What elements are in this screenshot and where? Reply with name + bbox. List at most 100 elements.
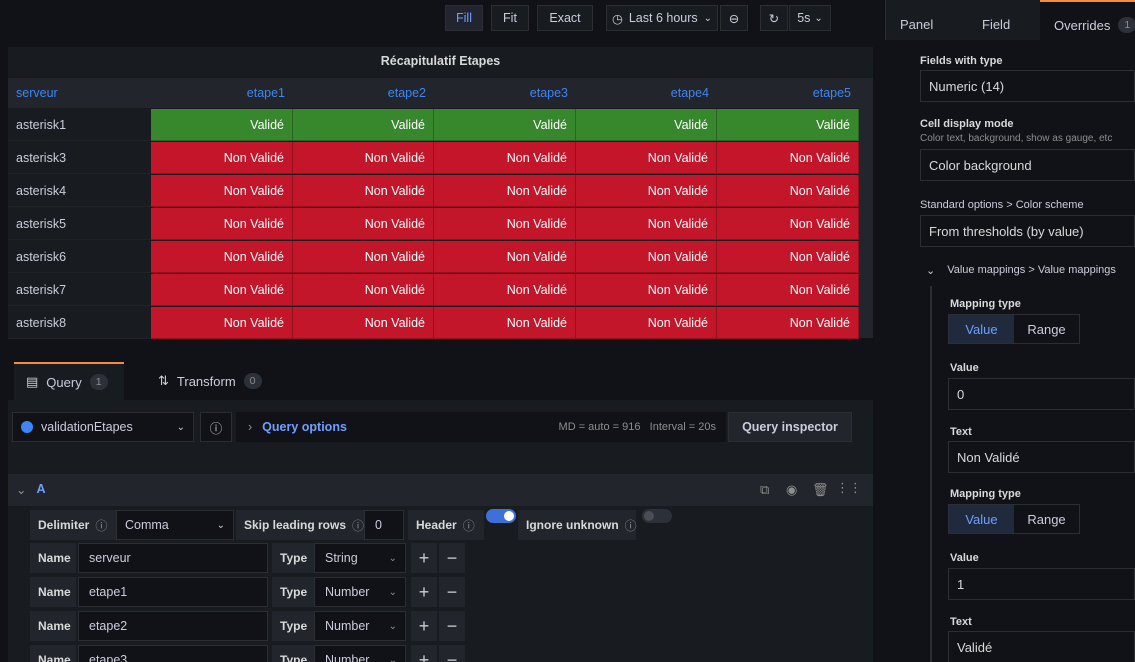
zoom-out-button[interactable]: ⊖: [720, 5, 748, 31]
fill-button[interactable]: Fill: [445, 5, 483, 31]
field-type-label: Type: [272, 645, 314, 662]
table-value-cell: Non Validé: [151, 208, 293, 240]
field-type-select[interactable]: Number ⌄: [314, 645, 406, 662]
mapping-text-label: Text: [950, 426, 972, 438]
query-row-toggle[interactable]: ⌄ A: [16, 482, 46, 497]
table-scrollbar[interactable]: [859, 78, 873, 338]
field-type-select[interactable]: String ⌄: [314, 543, 406, 573]
tab-query[interactable]: ▤ Query 1: [14, 362, 124, 400]
add-field-button[interactable]: +: [411, 611, 437, 641]
mapping-type-label: Mapping type: [950, 488, 1021, 500]
field-type-select[interactable]: Number ⌄: [314, 577, 406, 607]
tab-query-count: 1: [89, 374, 108, 390]
field-type-value: Number: [325, 619, 370, 633]
table-value-cell: Validé: [434, 109, 576, 141]
table-value-cell: Non Validé: [151, 241, 293, 273]
drag-handle-icon[interactable]: ⋮⋮: [836, 480, 862, 496]
mapping-value-input[interactable]: 0: [948, 378, 1135, 410]
field-name-input[interactable]: etape1: [78, 577, 268, 607]
remove-field-button[interactable]: −: [439, 543, 465, 573]
fit-button[interactable]: Fit: [491, 5, 529, 31]
transform-icon: ⇅: [158, 373, 169, 388]
exact-button[interactable]: Exact: [537, 5, 593, 31]
datasource-help-button[interactable]: ⓘ: [200, 412, 232, 442]
table-value-cell: Validé: [717, 109, 859, 141]
datasource-picker[interactable]: validationEtapes ⌄: [12, 412, 194, 442]
datasource-icon: [21, 421, 33, 433]
chevron-down-icon: ⌄: [176, 421, 185, 433]
header-toggle[interactable]: [486, 509, 516, 523]
field-name-input[interactable]: etape2: [78, 611, 268, 641]
refresh-button[interactable]: ↻: [760, 5, 788, 31]
remove-field-button[interactable]: −: [439, 577, 465, 607]
query-ref-id: A: [36, 482, 46, 496]
ignore-unknown-label: Ignore unknown ⓘ: [518, 510, 637, 540]
skip-rows-label: Skip leading rows ⓘ: [236, 510, 364, 540]
trash-icon[interactable]: 🗑: [812, 482, 829, 498]
add-field-button[interactable]: +: [411, 543, 437, 573]
query-options-meta: MD = auto = 916 Interval = 20s: [558, 421, 716, 433]
plus-icon: +: [418, 649, 430, 662]
column-header-etape1[interactable]: etape1: [151, 78, 293, 108]
skip-rows-input[interactable]: 0: [364, 510, 404, 540]
mapping-type-toggle[interactable]: Value Range: [948, 504, 1080, 534]
remove-field-button[interactable]: −: [439, 611, 465, 641]
column-header-serveur[interactable]: serveur: [8, 78, 151, 108]
cell-display-select[interactable]: Color background: [920, 149, 1135, 181]
delimiter-select[interactable]: Comma ⌄: [116, 510, 234, 540]
chevron-down-icon: ⌄: [926, 265, 936, 277]
eye-icon[interactable]: ◉: [786, 482, 797, 498]
plus-icon: +: [418, 547, 430, 568]
query-options-bar[interactable]: › Query options MD = auto = 916 Interval…: [236, 412, 726, 442]
remove-field-button[interactable]: −: [439, 645, 465, 662]
field-type-label: Type: [272, 577, 314, 607]
mapping-type-range-option[interactable]: Range: [1014, 505, 1079, 533]
row-server-cell: asterisk7: [8, 274, 151, 306]
query-inspector-button[interactable]: Query inspector: [728, 412, 852, 442]
header-label-text: Header: [416, 518, 457, 532]
column-header-etape3[interactable]: etape3: [434, 78, 576, 108]
field-type-label: Type: [272, 611, 314, 641]
column-header-etape5[interactable]: etape5: [717, 78, 859, 108]
plus-icon: +: [418, 615, 430, 636]
fields-with-type-select[interactable]: Numeric (14): [920, 70, 1135, 102]
table-value-cell: Validé: [576, 109, 717, 141]
info-icon: ⓘ: [95, 518, 108, 533]
clock-icon: ◷: [611, 11, 623, 26]
refresh-interval-picker[interactable]: 5s ⌄: [789, 5, 831, 31]
add-field-button[interactable]: +: [411, 645, 437, 662]
column-header-etape4[interactable]: etape4: [576, 78, 717, 108]
mapping-type-toggle[interactable]: Value Range: [948, 314, 1080, 344]
field-name-input[interactable]: serveur: [78, 543, 268, 573]
field-name-input[interactable]: etape3: [78, 645, 268, 662]
time-picker[interactable]: ◷ Last 6 hours ⌄: [606, 5, 718, 31]
mapping-type-value-option[interactable]: Value: [949, 315, 1014, 343]
table-value-cell: Non Validé: [293, 274, 434, 306]
mapping-value-input[interactable]: 1: [948, 568, 1135, 600]
field-type-value: Number: [325, 585, 370, 599]
mapping-type-value-option[interactable]: Value: [949, 505, 1014, 533]
refresh-icon: ↻: [768, 11, 780, 26]
mapping-text-input[interactable]: Non Validé: [948, 441, 1135, 473]
cell-display-description: Color text, background, show as gauge, e…: [920, 133, 1113, 144]
mapping-value-label: Value: [950, 362, 979, 374]
panel-toolbar: Fill Fit Exact ◷ Last 6 hours ⌄ ⊖ ↻ 5s ⌄: [0, 0, 885, 36]
mapping-text-input[interactable]: Validé: [948, 631, 1135, 662]
duplicate-icon[interactable]: ⧉: [760, 482, 769, 498]
field-type-value: String: [325, 551, 358, 565]
delimiter-label: Delimiter ⓘ: [30, 510, 116, 540]
add-field-button[interactable]: +: [411, 577, 437, 607]
column-header-etape2[interactable]: etape2: [293, 78, 434, 108]
mapping-type-range-option[interactable]: Range: [1014, 315, 1079, 343]
color-scheme-select[interactable]: From thresholds (by value): [920, 215, 1135, 247]
tab-transform[interactable]: ⇅ Transform 0: [150, 362, 280, 400]
refresh-interval-label: 5s: [797, 11, 811, 25]
value-mappings-header[interactable]: ⌄ Value mappings > Value mappings: [926, 264, 1116, 277]
ignore-unknown-toggle[interactable]: [642, 509, 672, 523]
query-row-header[interactable]: [8, 474, 873, 506]
field-type-select[interactable]: Number ⌄: [314, 611, 406, 641]
time-range-label: Last 6 hours: [628, 11, 698, 25]
minus-icon: −: [446, 547, 458, 568]
table-value-cell: Non Validé: [293, 142, 434, 174]
chevron-down-icon: ⌄: [16, 483, 27, 497]
